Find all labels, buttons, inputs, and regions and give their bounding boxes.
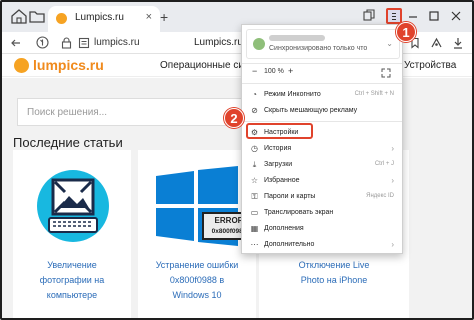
card-caption-line[interactable]: Увеличение — [13, 258, 131, 273]
card-caption-line[interactable]: Отключение Live — [259, 258, 409, 273]
incognito-icon: ◔ — [252, 90, 257, 99]
reader-icon[interactable] — [78, 37, 90, 49]
menu-line-icon — [392, 13, 396, 15]
divider — [242, 83, 402, 84]
download-icon: ⤓ — [252, 160, 257, 169]
search-input[interactable]: Поиск решения... — [17, 98, 257, 126]
zoom-out-button[interactable]: − — [252, 66, 257, 76]
browser-menu-button[interactable] — [386, 8, 402, 24]
menu-item-passwords[interactable]: ⚿ Пароли и карты Яндекс ID — [242, 189, 402, 205]
menu-item-cast[interactable]: ▭ Транслировать экран — [242, 205, 402, 221]
star-icon: ☆ — [250, 176, 259, 185]
menu-item-label: Дополнительно — [264, 241, 315, 248]
menu-item-downloads[interactable]: ⤓ Загрузки Ctrl + J — [242, 157, 402, 173]
menu-item-shortcut: Яндекс ID — [366, 193, 394, 199]
chevron-right-icon: › — [391, 176, 394, 185]
tab-title: Lumpics.ru — [75, 12, 124, 23]
cast-icon: ▭ — [250, 208, 259, 217]
home-icon[interactable] — [10, 8, 28, 24]
close-window-icon[interactable] — [451, 11, 461, 21]
settings-highlight — [246, 123, 313, 139]
article-card[interactable]: Увеличение фотографии на компьютере — [13, 150, 131, 318]
photo-enlarge-icon — [37, 170, 109, 242]
step-badge-2: 2 — [224, 108, 244, 128]
card-caption-line[interactable]: Устранение ошибки — [138, 258, 256, 273]
article-card[interactable]: ERROR 0x800f0988 Устранение ошибки 0x800… — [138, 150, 256, 318]
menu-item-label: Транслировать экран — [264, 209, 334, 216]
menu-line-icon — [392, 16, 396, 18]
card-caption-line[interactable]: Windows 10 — [138, 288, 256, 303]
menu-item-label: Пароли и карты — [264, 193, 316, 200]
minimize-icon[interactable] — [408, 12, 418, 22]
menu-item-label: Избранное — [264, 177, 300, 184]
menu-item-more[interactable]: ⋯ Дополнительно › — [242, 237, 402, 253]
chevron-down-icon[interactable]: ⌄ — [386, 39, 393, 48]
step-badge-1: 1 — [396, 22, 416, 42]
card-caption-line[interactable]: компьютере — [13, 288, 131, 303]
new-tab-button[interactable]: + — [160, 9, 168, 25]
avatar — [253, 38, 265, 50]
menu-item-label: Загрузки — [264, 161, 293, 168]
more-icon: ⋯ — [250, 240, 259, 249]
page-title: Lumpics.ru — [194, 37, 243, 48]
key-icon: ⚿ — [251, 192, 258, 201]
menu-item-history[interactable]: ◷ История › — [242, 141, 402, 157]
menu-line-icon — [392, 19, 396, 21]
history-icon: ◷ — [251, 144, 258, 153]
sync-status: Синхронизировано только что — [269, 45, 368, 52]
logo-icon — [14, 58, 29, 73]
divider — [242, 63, 402, 64]
tab-close-icon[interactable]: × — [146, 11, 152, 23]
menu-item-favorites[interactable]: ☆ Избранное › — [242, 173, 402, 189]
download-icon[interactable] — [452, 37, 464, 49]
divider — [242, 121, 402, 122]
menu-item-addons[interactable]: ▦ Дополнения — [242, 221, 402, 237]
menu-item-incognito[interactable]: ◔ Режим Инкогнито Ctrl + Shift + N — [242, 87, 402, 103]
block-icon: ⊘ — [251, 106, 258, 115]
nav-devices[interactable]: Устройства — [404, 60, 456, 71]
account-block[interactable]: Синхронизировано только что ⌄ — [246, 29, 400, 59]
menu-item-label: Режим Инкогнито — [264, 91, 321, 98]
menu-item-label: Дополнения — [264, 225, 304, 232]
menu-item-shortcut: Ctrl + Shift + N — [354, 91, 394, 97]
section-title: Последние статьи — [13, 135, 123, 150]
browser-window: Lumpics.ru × + lumpics.ru Lumpics.ru lum… — [0, 0, 474, 320]
addons-icon: ▦ — [250, 224, 259, 233]
menu-item-shortcut: Ctrl + J — [374, 161, 394, 167]
browser-menu: Синхронизировано только что ⌄ − 100 % + … — [241, 24, 403, 254]
lock-icon[interactable] — [61, 37, 72, 49]
folder-icon[interactable] — [28, 8, 46, 24]
chevron-right-icon: › — [391, 144, 394, 153]
card-caption-line[interactable]: Photo на iPhone — [259, 273, 409, 288]
zoom-row: − 100 % + — [242, 65, 402, 81]
back-icon[interactable] — [10, 37, 22, 49]
yandex-icon[interactable] — [36, 36, 49, 49]
maximize-icon[interactable] — [429, 11, 439, 21]
zoom-in-button[interactable]: + — [288, 66, 293, 76]
chevron-right-icon: › — [391, 240, 394, 249]
card-caption-line[interactable]: 0x800f0988 в — [138, 273, 256, 288]
card-caption-line[interactable]: фотографии на — [13, 273, 131, 288]
menu-item-label: История — [264, 145, 292, 152]
fullscreen-icon[interactable] — [381, 68, 391, 78]
site-logo[interactable]: lumpics.ru — [33, 57, 104, 73]
menu-item-label: Скрыть мешающую рекламу — [264, 107, 358, 114]
menu-item-hide-ads[interactable]: ⊘ Скрыть мешающую рекламу — [242, 103, 402, 119]
tab-lumpics[interactable]: Lumpics.ru × — [48, 6, 160, 32]
zoom-value: 100 % — [264, 68, 284, 75]
alice-icon[interactable] — [430, 37, 443, 49]
search-placeholder: Поиск решения... — [27, 107, 108, 118]
favicon — [56, 13, 67, 24]
url-text[interactable]: lumpics.ru — [94, 37, 140, 48]
collections-icon[interactable] — [363, 9, 375, 21]
account-name-hidden — [269, 35, 325, 41]
